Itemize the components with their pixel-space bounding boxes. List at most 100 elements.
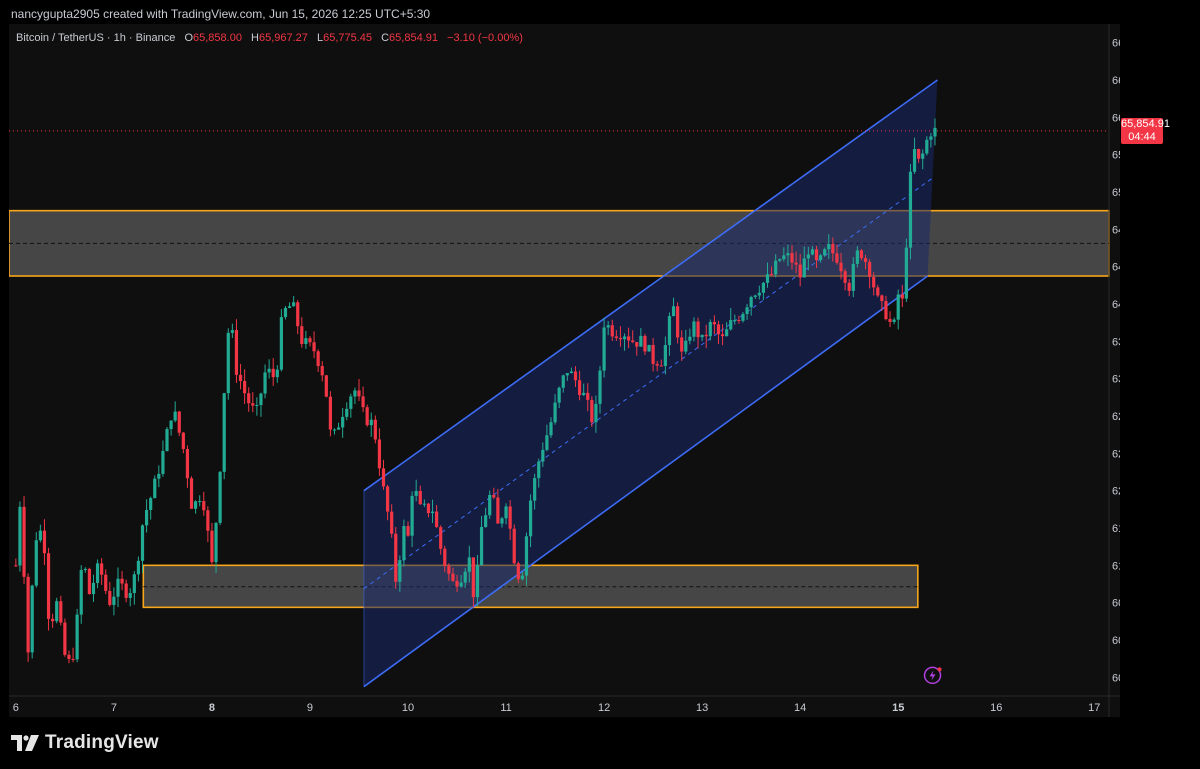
candle-body: [712, 321, 716, 325]
candle-body: [422, 503, 426, 505]
candle-body: [165, 429, 169, 451]
candle-body: [541, 449, 545, 462]
candle-body: [504, 506, 508, 519]
candle-body: [892, 319, 896, 322]
y-tick-label: 60,000.00: [1112, 672, 1120, 684]
candle-body: [373, 419, 377, 440]
candle-body: [512, 528, 516, 564]
candle-body: [868, 261, 872, 278]
candle-body: [463, 571, 467, 583]
candle-body: [206, 510, 210, 531]
y-tick-label: 62,000.00: [1112, 486, 1120, 498]
candle-body: [553, 402, 557, 423]
x-tick-label: 15: [892, 702, 904, 714]
last-price-tag: 65,854.91 04:44: [1121, 118, 1170, 144]
candle-body: [406, 526, 410, 536]
candle-body: [582, 392, 586, 396]
price-chart[interactable]: 66,800.00 66,400.00 66,000.00 65,600.00 65,2…: [9, 24, 1120, 717]
candle-body: [87, 568, 91, 595]
candle-body: [222, 393, 226, 472]
candle-body: [586, 392, 590, 400]
candle-body: [484, 515, 488, 527]
x-tick-label: 11: [500, 702, 511, 714]
candle-body: [573, 371, 578, 381]
candle-body: [153, 478, 157, 499]
candle-body: [851, 263, 855, 291]
candle-body: [83, 568, 87, 571]
candle-body: [181, 432, 185, 449]
candle-body: [500, 518, 504, 524]
candle-body: [745, 307, 749, 314]
candle-body: [124, 583, 128, 598]
candle-body: [602, 327, 606, 371]
candle-body: [336, 427, 341, 430]
candle-body: [128, 593, 132, 598]
candle-body: [671, 306, 676, 317]
candle-body: [819, 255, 823, 261]
candle-body: [467, 557, 471, 572]
candle-body: [287, 306, 292, 308]
candle-body: [104, 574, 108, 591]
candle-body: [435, 511, 439, 528]
candle-body: [692, 321, 696, 337]
y-tick-label: 64,000.00: [1112, 299, 1120, 311]
candle-body: [794, 262, 798, 265]
candle-body: [292, 302, 296, 307]
candle-body: [328, 396, 333, 430]
candle-body: [402, 526, 406, 561]
candle-body: [667, 316, 672, 346]
candle-body: [496, 497, 500, 524]
candle-body: [643, 335, 647, 352]
candle-body: [520, 575, 524, 580]
tradingview-logo[interactable]: TradingView: [11, 732, 159, 754]
candle-body: [361, 396, 365, 408]
candle-body: [140, 525, 145, 561]
candle-body: [769, 274, 774, 276]
candle-body: [651, 344, 655, 364]
candle-body: [802, 258, 806, 278]
x-tick-label: 17: [1088, 702, 1100, 714]
candle-body: [71, 658, 75, 660]
y-tick-label: 66,800.00: [1112, 38, 1120, 50]
candle-body: [320, 366, 324, 376]
candle-body: [169, 420, 173, 430]
candle-body: [471, 557, 475, 598]
candle-body: [55, 601, 59, 622]
y-tick-label: 64,400.00: [1112, 262, 1120, 274]
candle-body: [30, 585, 34, 653]
candle-body: [688, 336, 692, 341]
candle-body: [410, 495, 414, 536]
candle-body: [663, 345, 667, 366]
change-value: −3.10 (−0.00%): [447, 32, 523, 44]
x-tick-label: 13: [696, 702, 708, 714]
candle-body: [394, 533, 398, 582]
chart-panel[interactable]: 66,800.00 66,400.00 66,000.00 65,600.00 65,2…: [9, 24, 1120, 717]
candle-body: [34, 540, 38, 586]
candle-body: [177, 411, 181, 433]
candle-body: [357, 390, 361, 397]
candle-body: [75, 614, 79, 660]
candle-body: [214, 522, 218, 563]
candle-body: [835, 253, 839, 263]
candle-body: [381, 468, 386, 487]
candle-body: [680, 337, 684, 352]
candle-body: [238, 374, 243, 382]
candle-body: [255, 404, 259, 406]
candle-body: [729, 320, 733, 330]
candle-body: [545, 435, 549, 450]
candle-body: [194, 501, 198, 509]
candle-body: [847, 282, 851, 291]
candle-body: [565, 373, 569, 376]
candle-body: [488, 494, 492, 516]
candle-body: [733, 320, 737, 322]
candle-body: [267, 368, 271, 373]
candle-body: [904, 247, 908, 299]
high-value: 65,967.27: [258, 32, 308, 44]
y-tick-label: 61,600.00: [1112, 523, 1120, 535]
candle-body: [639, 335, 643, 347]
x-tick-label: 16: [990, 702, 1002, 714]
close-label: C: [381, 32, 390, 44]
candle-body: [708, 321, 712, 337]
candle-body: [659, 365, 663, 367]
candle-body: [876, 287, 880, 296]
